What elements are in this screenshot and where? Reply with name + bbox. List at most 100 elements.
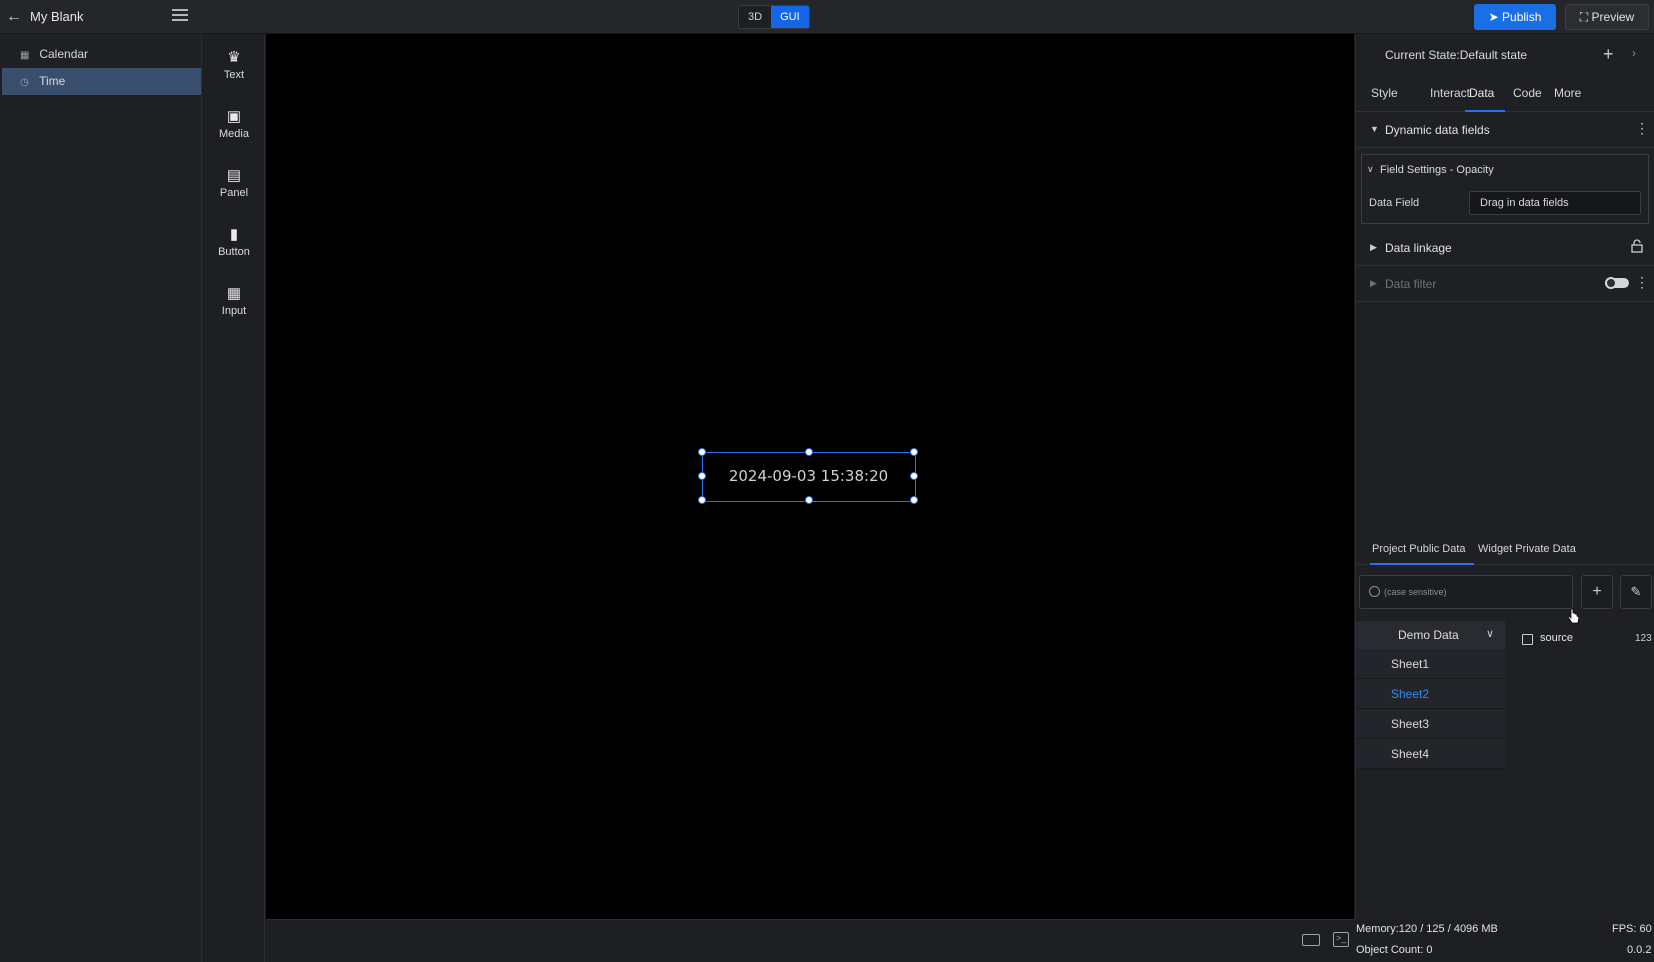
tab-project-public-data[interactable]: Project Public Data [1372, 543, 1466, 555]
publish-button[interactable]: ➤ Publish [1474, 4, 1556, 30]
active-tab-indicator [1370, 563, 1474, 565]
tab-style[interactable]: Style [1371, 86, 1398, 100]
data-field-label: Data Field [1369, 197, 1420, 209]
object-count-readout: Object Count: 0 [1356, 944, 1433, 956]
bars-icon: ▮ [229, 226, 239, 243]
sheet-item[interactable]: Sheet1 [1356, 649, 1505, 679]
section-title: Data linkage [1385, 241, 1452, 255]
property-tabs: Style Interact Data Code More [1356, 74, 1654, 112]
clock-icon: ◷ [20, 77, 29, 88]
tab-interact[interactable]: Interact [1430, 86, 1470, 100]
data-search-input[interactable] [1384, 582, 1564, 602]
widget-text[interactable]: ♛ Text [203, 48, 265, 98]
field-name: source [1540, 632, 1574, 644]
current-state-label: Current State:Default state [1385, 48, 1528, 62]
back-arrow-icon[interactable]: ← [6, 8, 24, 26]
chevron-right-icon[interactable]: › [1632, 46, 1636, 60]
widget-button[interactable]: ▮ Button [203, 225, 265, 275]
layer-item-calendar[interactable]: ▦ Calendar [2, 41, 201, 68]
tab-widget-private-data[interactable]: Widget Private Data [1478, 543, 1576, 555]
canvas-bottom-bar [266, 919, 1354, 962]
resize-handle-n[interactable] [805, 448, 813, 456]
memory-readout: Memory:120 / 125 / 4096 MB [1356, 923, 1498, 935]
widget-label: Input [221, 305, 247, 317]
caret-right-icon: ▶ [1370, 278, 1377, 288]
widget-label: Text [223, 69, 245, 81]
sheet-item[interactable]: Sheet3 [1356, 709, 1505, 739]
section-title: Data filter [1385, 277, 1437, 291]
tab-more[interactable]: More [1554, 86, 1581, 100]
top-bar: ← My Blank 3D GUI ➤ Publish ⛶ Preview [0, 0, 1654, 34]
widget-media[interactable]: ▣ Media [203, 107, 265, 157]
resize-handle-e[interactable] [910, 472, 918, 480]
data-filter-section[interactable]: ▶ Data filter ⋮ [1356, 266, 1654, 302]
hand-cursor-icon [1568, 608, 1580, 624]
camera-icon: ▣ [226, 108, 242, 125]
tab-data[interactable]: Data [1469, 86, 1494, 100]
keyboard-icon[interactable] [1302, 934, 1320, 946]
state-row: Current State:Default state + › [1356, 34, 1654, 74]
add-data-button[interactable]: + [1581, 575, 1613, 609]
widget-panel[interactable]: ▤ Panel [203, 166, 265, 216]
fullscreen-icon: ⛶ [1579, 10, 1589, 24]
data-field-item[interactable]: source 123 [1518, 631, 1654, 655]
dynamic-fields-section[interactable]: ▼ Dynamic data fields ⋮ [1356, 112, 1654, 148]
property-panel: Current State:Default state + › Style In… [1355, 34, 1654, 962]
chevron-down-icon[interactable]: ∨ [1367, 164, 1374, 175]
resize-handle-nw[interactable] [698, 448, 706, 456]
widget-label: Media [219, 128, 249, 140]
field-settings-title: Field Settings - Opacity [1380, 164, 1494, 176]
sheet-item[interactable]: Sheet4 [1356, 739, 1505, 769]
preview-button[interactable]: ⛶ Preview [1565, 4, 1649, 30]
selected-time-widget[interactable]: 2024-09-03 15:38:20 [698, 448, 918, 504]
calendar-icon: ▦ [20, 50, 30, 61]
data-linkage-section[interactable]: ▶ Data linkage [1356, 230, 1654, 266]
widget-label: Panel [219, 187, 249, 199]
data-field-dropzone[interactable]: Drag in data fields [1469, 191, 1641, 215]
tab-code[interactable]: Code [1513, 86, 1542, 100]
status-bar: Memory:120 / 125 / 4096 MB FPS: 60 Objec… [1355, 919, 1654, 962]
widget-input[interactable]: ▦ Input [203, 284, 265, 334]
resize-handle-ne[interactable] [910, 448, 918, 456]
data-source-header[interactable]: Demo Data ∨ [1356, 621, 1505, 649]
panel-icon: ▤ [226, 167, 242, 184]
field-checkbox[interactable] [1522, 634, 1533, 645]
add-state-icon[interactable]: + [1603, 44, 1614, 65]
chevron-down-icon: ∨ [1486, 628, 1495, 640]
lock-icon[interactable] [1631, 239, 1643, 253]
layer-panel: ▦ Calendar ◷ Time [0, 34, 202, 962]
map-icon: ▦ [226, 285, 242, 302]
edit-data-button[interactable]: ✎ [1620, 575, 1652, 609]
resize-handle-sw[interactable] [698, 496, 706, 504]
data-source-tabs: Project Public Data Widget Private Data [1356, 535, 1654, 565]
time-text: 2024-09-03 15:38:20 [728, 467, 889, 485]
crown-icon: ♛ [227, 49, 241, 66]
mode-3d-button[interactable]: 3D [739, 6, 772, 28]
field-type-badge: 123 [1635, 633, 1652, 644]
layer-item-time[interactable]: ◷ Time [2, 68, 201, 95]
field-settings-box: ∨ Field Settings - Opacity Data Field Dr… [1361, 154, 1649, 224]
mode-gui-button[interactable]: GUI [771, 6, 809, 28]
fps-readout: FPS: 60 [1612, 923, 1652, 935]
data-filter-toggle[interactable] [1605, 277, 1629, 289]
menu-icon[interactable] [172, 9, 188, 23]
version-readout: 0.0.2 [1627, 944, 1652, 956]
data-search [1359, 575, 1573, 609]
project-title: My Blank [30, 9, 84, 24]
more-vertical-icon[interactable]: ⋮ [1635, 121, 1649, 135]
sheet-label: Sheet4 [1391, 747, 1430, 761]
resize-handle-w[interactable] [698, 472, 706, 480]
sheet-label: Sheet2 [1391, 687, 1430, 701]
resize-handle-s[interactable] [805, 496, 813, 504]
resize-handle-se[interactable] [910, 496, 918, 504]
mode-toggle: 3D GUI [738, 5, 810, 29]
caret-right-icon: ▶ [1370, 242, 1377, 252]
publish-label: Publish [1502, 10, 1542, 24]
more-vertical-icon[interactable]: ⋮ [1635, 275, 1649, 289]
sheet-item[interactable]: Sheet2 [1356, 679, 1505, 709]
preview-label: Preview [1591, 10, 1635, 24]
sheet-label: Sheet3 [1391, 717, 1430, 731]
terminal-icon[interactable]: >_ [1333, 932, 1349, 947]
data-source-name: Demo Data [1398, 628, 1459, 642]
widget-bar: ♛ Text ▣ Media ▤ Panel ▮ Button ▦ Input [203, 34, 265, 962]
